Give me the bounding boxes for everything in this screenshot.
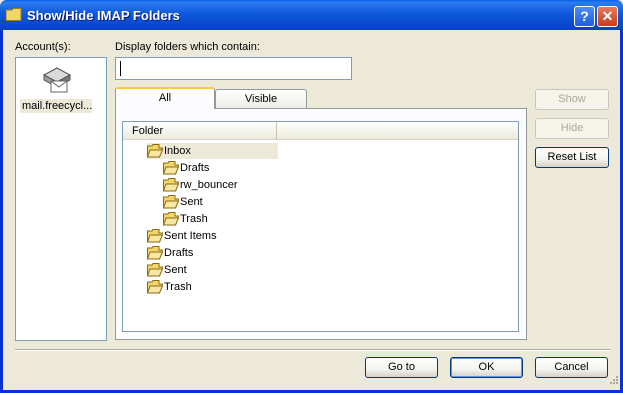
help-button[interactable]: ? xyxy=(574,6,595,27)
dialog-window: Show/Hide IMAP Folders ? ✕ Account(s): m… xyxy=(0,0,623,393)
reset-list-button[interactable]: Reset List xyxy=(535,147,609,168)
folder-icon xyxy=(163,161,179,175)
tab-panel: Folder Inbox Drafts rw_bouncer Sent Tras… xyxy=(115,108,527,340)
filter-label: Display folders which contain: xyxy=(115,41,260,53)
tree-node-label: Sent Items xyxy=(164,230,217,242)
folder-icon xyxy=(147,229,163,243)
tree-node-label: Drafts xyxy=(164,247,194,259)
mail-server-icon xyxy=(42,67,72,93)
tree-node-label: Sent xyxy=(180,196,203,208)
tree-node-label: Trash xyxy=(180,213,208,225)
text-caret xyxy=(120,61,121,76)
folder-icon xyxy=(6,8,22,21)
filter-input[interactable] xyxy=(115,57,352,80)
dialog-body: Account(s): mail.freecycl... Display fol… xyxy=(3,30,620,390)
title-bar[interactable]: Show/Hide IMAP Folders ? ✕ xyxy=(0,0,623,30)
folder-icon xyxy=(163,195,179,209)
goto-button[interactable]: Go to xyxy=(365,357,438,378)
tree-node-label: rw_bouncer xyxy=(180,179,238,191)
resize-grip-icon[interactable] xyxy=(607,375,619,387)
folder-icon xyxy=(147,246,163,260)
folder-icon xyxy=(147,280,163,294)
close-button[interactable]: ✕ xyxy=(597,6,618,27)
tree-header: Folder xyxy=(123,122,518,140)
tab-all-label: All xyxy=(158,92,172,104)
tree-node[interactable]: Inbox xyxy=(147,143,278,159)
tree-node-label: Trash xyxy=(164,281,192,293)
tab-visible-label: Visible xyxy=(244,93,278,105)
folder-icon xyxy=(147,263,163,277)
footer-separator xyxy=(15,349,610,351)
tree-node-label: Sent xyxy=(164,264,187,276)
folder-icon xyxy=(163,178,179,192)
folder-tree[interactable]: Folder Inbox Drafts rw_bouncer Sent Tras… xyxy=(122,121,519,332)
tab-visible[interactable]: Visible xyxy=(215,89,307,109)
account-name: mail.freecycl... xyxy=(20,99,92,113)
window-title: Show/Hide IMAP Folders xyxy=(27,8,180,23)
cancel-button[interactable]: Cancel xyxy=(535,357,608,378)
column-header-folder[interactable]: Folder xyxy=(123,122,277,140)
open-folder-icon xyxy=(147,144,163,158)
tree-node-label: Inbox xyxy=(164,145,191,157)
tab-all[interactable]: All xyxy=(115,87,215,109)
tree-node-label: Drafts xyxy=(180,162,210,174)
show-button[interactable]: Show xyxy=(535,89,609,110)
ok-button[interactable]: OK xyxy=(450,357,523,378)
hide-button[interactable]: Hide xyxy=(535,118,609,139)
accounts-label: Account(s): xyxy=(15,41,71,53)
folder-icon xyxy=(163,212,179,226)
account-item[interactable]: mail.freecycl... xyxy=(20,62,104,114)
accounts-list[interactable]: mail.freecycl... xyxy=(15,57,107,341)
